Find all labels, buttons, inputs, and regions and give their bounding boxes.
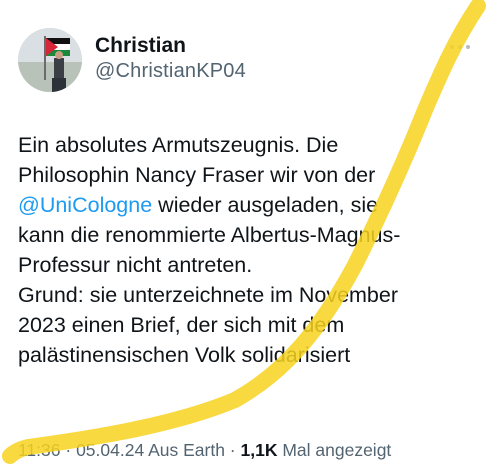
tweet-text-segment: Ein absolutes Armutszeugnis. Die xyxy=(18,133,339,157)
tweet-text-segment: 2023 einen Brief, der sich mit dem xyxy=(18,313,345,337)
author-handle[interactable]: @ChristianKP04 xyxy=(95,60,246,83)
more-dots-icon xyxy=(466,45,470,49)
tweet-line: palästinensischen Volk solidarisiert xyxy=(18,340,483,370)
author-display-name[interactable]: Christian xyxy=(95,34,186,58)
tweet-text: Ein absolutes Armutszeugnis. Die Philoso… xyxy=(18,130,483,370)
more-options-button[interactable] xyxy=(450,42,480,52)
tweet-text-segment: kann die renommierte Albertus-Magnus- xyxy=(18,223,401,247)
tweet-line: Philosophin Nancy Fraser wir von der xyxy=(18,160,483,190)
tweet-line: Professur nicht antreten. xyxy=(18,250,483,280)
tweet-text-segment: wieder ausgeladen, sie xyxy=(152,193,379,217)
tweet-line: Ein absolutes Armutszeugnis. Die xyxy=(18,130,483,160)
avatar-image xyxy=(18,28,82,92)
more-dots-icon xyxy=(450,45,454,49)
more-dots-icon xyxy=(458,45,462,49)
tweet-card: Christian @ChristianKP04 Ein absolutes A… xyxy=(0,0,495,466)
tweet-location: Aus Earth xyxy=(144,440,225,460)
tweet-text-segment: Philosophin Nancy Fraser wir von der xyxy=(18,163,376,187)
meta-separator: · xyxy=(224,440,241,460)
tweet-text-segment: Professur nicht antreten. xyxy=(18,253,253,277)
tweet-line: 2023 einen Brief, der sich mit dem xyxy=(18,310,483,340)
tweet-line: kann die renommierte Albertus-Magnus- xyxy=(18,220,483,250)
tweet-meta: 11:36 · 05.04.24 Aus Earth · 1,1K Mal an… xyxy=(18,440,391,461)
views-count[interactable]: 1,1K xyxy=(241,440,278,460)
meta-separator: · xyxy=(60,440,77,460)
views-label: Mal angezeigt xyxy=(277,440,392,460)
tweet-time[interactable]: 11:36 xyxy=(18,440,61,460)
tweet-text-segment: palästinensischen Volk solidarisiert xyxy=(18,343,351,367)
avatar[interactable] xyxy=(18,28,82,92)
tweet-text-segment: Grund: sie unterzeichnete im November xyxy=(18,283,399,307)
mention-link[interactable]: @UniCologne xyxy=(18,193,152,217)
tweet-line: Grund: sie unterzeichnete im November xyxy=(18,280,483,310)
tweet-date[interactable]: 05.04.24 xyxy=(76,440,144,460)
tweet-line: @UniCologne wieder ausgeladen, sie xyxy=(18,190,483,220)
